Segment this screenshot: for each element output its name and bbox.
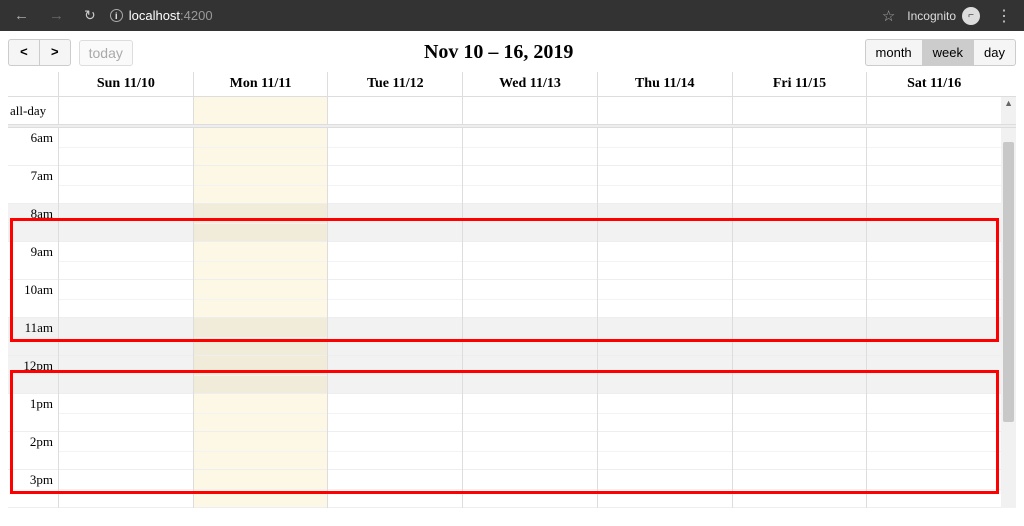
browser-menu-icon[interactable]: ⋮ [992,6,1016,26]
time-label: 8am [8,204,58,222]
allday-cell[interactable] [732,97,867,124]
scroll-gutter[interactable]: ▲ [1001,97,1016,124]
url-bar[interactable]: i localhost:4200 [110,8,213,23]
scroll-thumb[interactable] [1003,142,1014,422]
day-column[interactable] [58,128,193,508]
time-label: 12pm [8,356,58,374]
view-button-group: month week day [865,39,1016,66]
allday-label: all-day [8,97,58,124]
calendar-header-row: Sun 11/10Mon 11/11Tue 11/12Wed 11/13Thu … [8,72,1016,97]
allday-cell[interactable] [58,97,193,124]
time-label: 3pm [8,470,58,488]
incognito-label: Incognito [907,9,956,23]
toolbar-title: Nov 10 – 16, 2019 [133,41,865,64]
nav-button-group: < > [8,39,71,66]
day-header[interactable]: Tue 11/12 [327,72,462,96]
url-port: :4200 [180,8,213,23]
time-label: 9am [8,242,58,260]
day-column[interactable] [462,128,597,508]
day-column[interactable] [193,128,328,508]
incognito-indicator: Incognito ⌐ [907,7,980,25]
bookmark-star-icon[interactable]: ☆ [882,7,895,25]
time-label: 7am [8,166,58,184]
allday-cell[interactable] [193,97,328,124]
allday-cell[interactable] [866,97,1001,124]
scroll-up-arrow-icon[interactable]: ▲ [1001,96,1016,110]
day-column[interactable] [732,128,867,508]
url-host: localhost [129,8,180,23]
day-header[interactable]: Fri 11/15 [732,72,867,96]
view-day-button[interactable]: day [973,39,1016,66]
day-column[interactable] [597,128,732,508]
calendar-body: 6am 7am 8am 9am 10am 11am 12pm 1pm 2pm 3pm [8,128,1016,508]
time-gutter: 6am 7am 8am 9am 10am 11am 12pm 1pm 2pm 3pm [8,128,58,508]
time-label: 10am [8,280,58,298]
today-button[interactable]: today [79,40,133,66]
day-column[interactable] [327,128,462,508]
day-header[interactable]: Thu 11/14 [597,72,732,96]
day-header[interactable]: Mon 11/11 [193,72,328,96]
scrollbar[interactable] [1001,128,1016,508]
day-header[interactable]: Wed 11/13 [462,72,597,96]
incognito-icon: ⌐ [962,7,980,25]
time-label: 1pm [8,394,58,412]
allday-cell[interactable] [327,97,462,124]
day-header[interactable]: Sat 11/16 [866,72,1001,96]
day-header[interactable]: Sun 11/10 [58,72,193,96]
view-week-button[interactable]: week [922,39,973,66]
time-label: 2pm [8,432,58,450]
prev-button[interactable]: < [8,39,39,66]
time-label: 6am [8,128,58,146]
time-label: 11am [8,318,58,336]
back-button[interactable]: ← [8,7,35,24]
scroll-gutter-header [1001,72,1016,96]
view-month-button[interactable]: month [865,39,922,66]
calendar-toolbar: < > today Nov 10 – 16, 2019 month week d… [8,35,1016,72]
calendar: Sun 11/10Mon 11/11Tue 11/12Wed 11/13Thu … [8,72,1016,508]
time-gutter-header [8,72,58,96]
browser-chrome: ← → ↻ i localhost:4200 ☆ Incognito ⌐ ⋮ [0,0,1024,31]
next-button[interactable]: > [39,39,71,66]
info-icon: i [110,9,123,22]
allday-cell[interactable] [597,97,732,124]
reload-button[interactable]: ↻ [78,7,102,24]
allday-row: all-day ▲ [8,97,1016,125]
day-column[interactable] [866,128,1001,508]
allday-cell[interactable] [462,97,597,124]
forward-button[interactable]: → [43,7,70,24]
